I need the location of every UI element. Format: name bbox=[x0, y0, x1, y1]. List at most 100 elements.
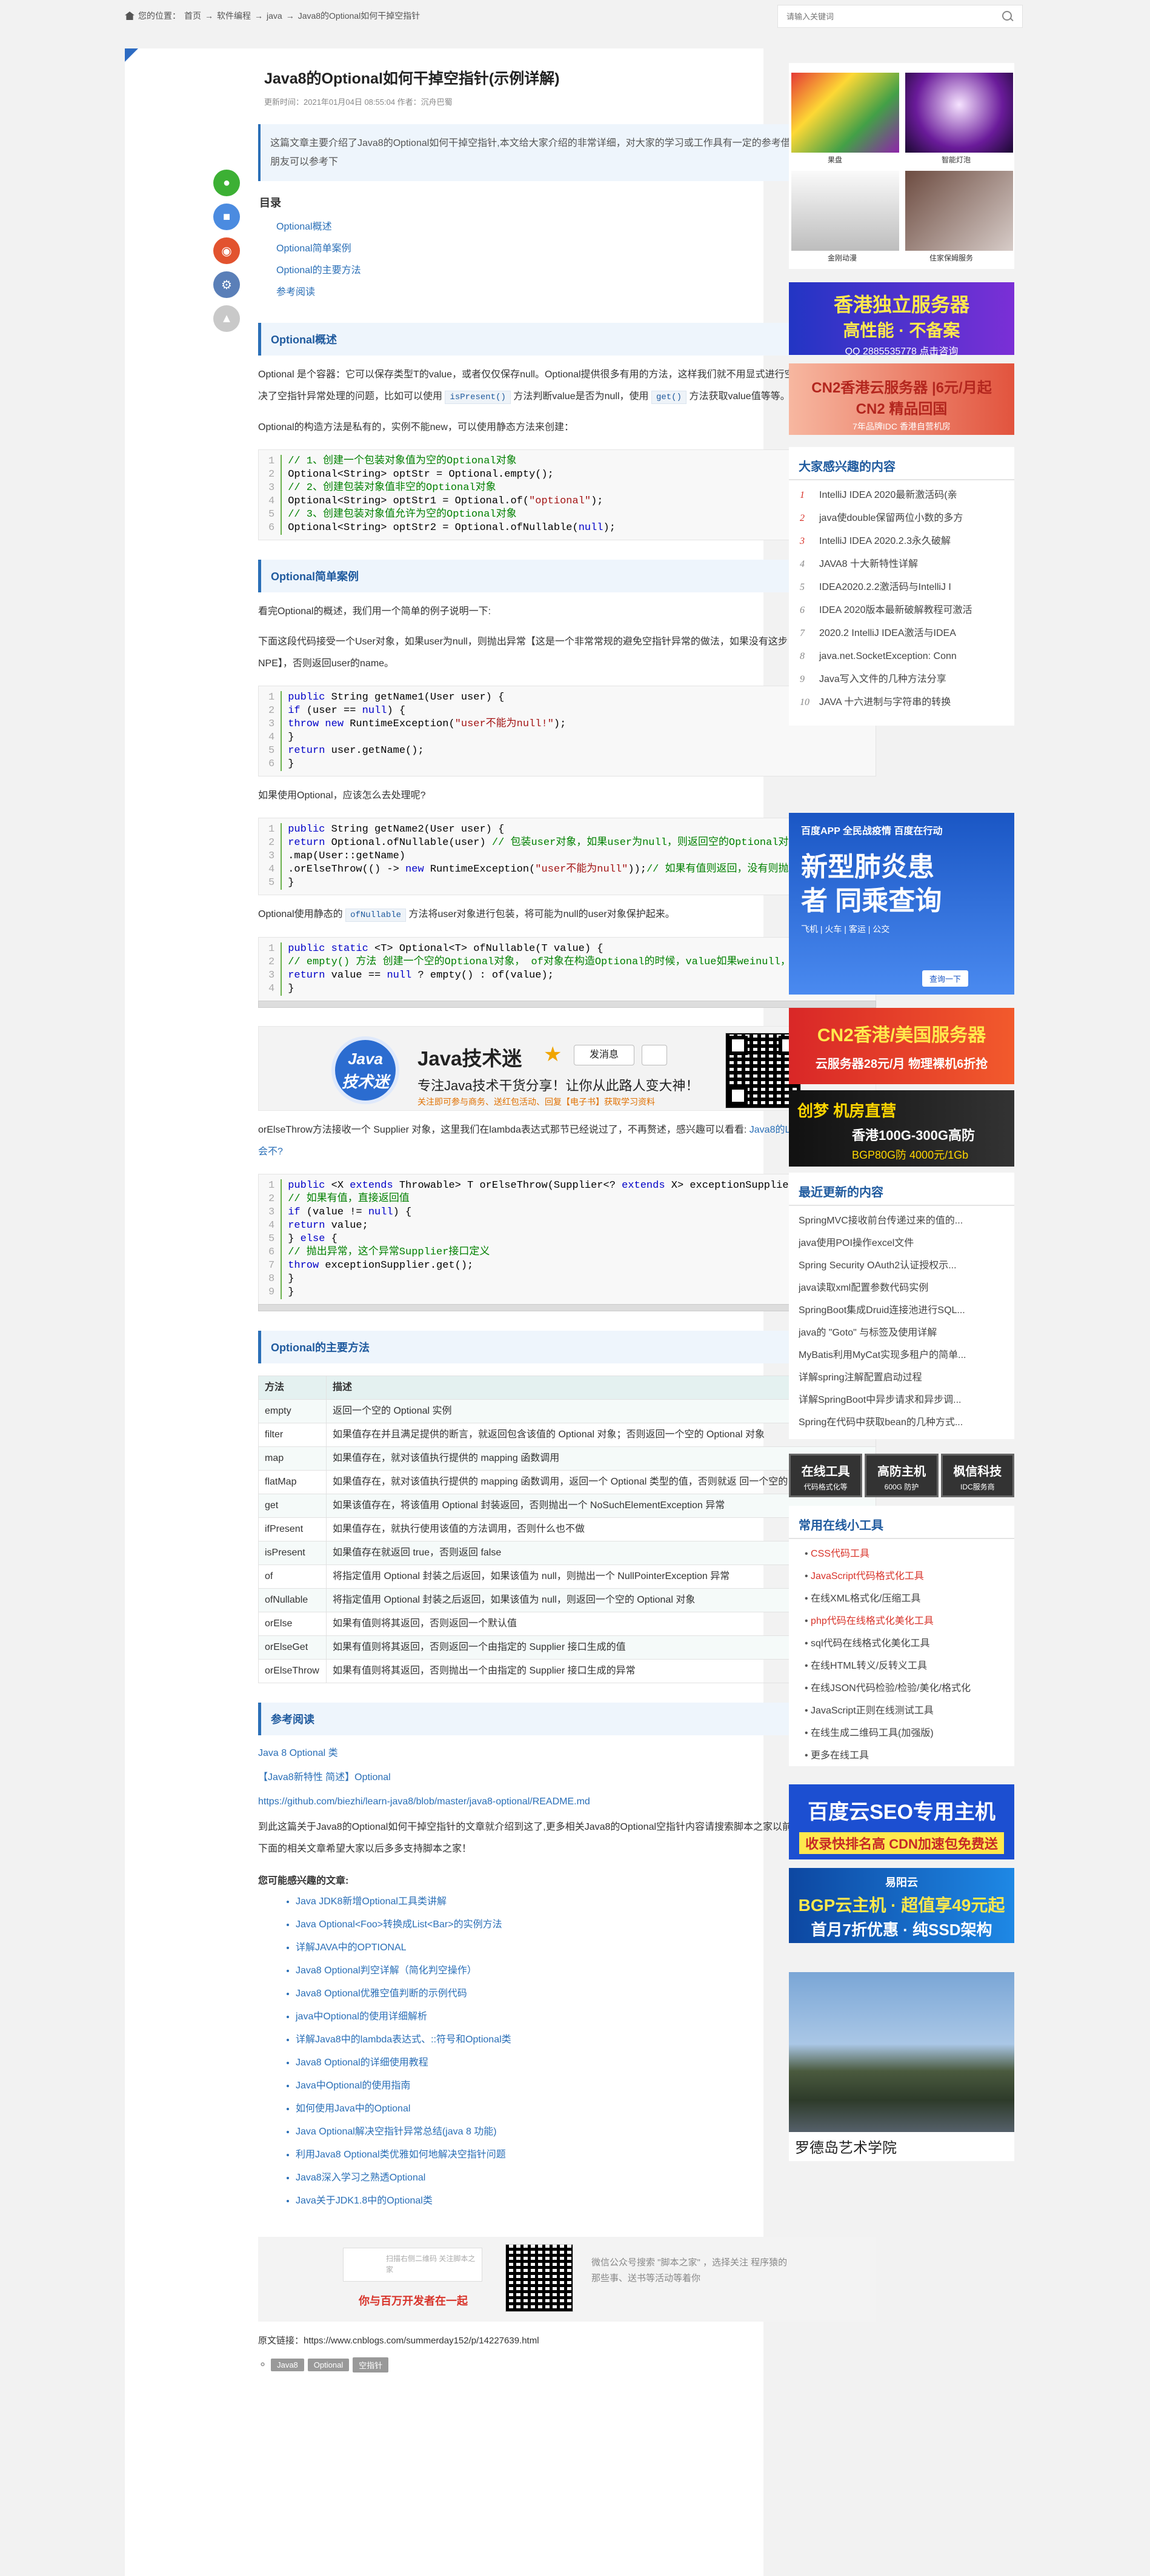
tool-link[interactable]: 在线JSON代码检验/检验/美化/格式化 bbox=[805, 1677, 999, 1700]
related-link[interactable]: Java JDK8新增Optional工具类讲解 bbox=[296, 1896, 447, 1907]
hk-server-ad[interactable]: 香港独立服务器 高性能 · 不备案 QQ 2885535778 点击咨询 bbox=[789, 282, 1014, 357]
related-link[interactable]: 详解Java8中的lambda表达式、::符号和Optional类 bbox=[296, 2035, 511, 2045]
recent-item[interactable]: java的 "Goto" 与标签及使用详解 bbox=[799, 1322, 1005, 1344]
tool-icon[interactable]: ⚙ bbox=[213, 271, 240, 298]
photo-card[interactable]: 罗德岛艺术学院 bbox=[789, 1972, 1014, 2161]
table-row: ifPresent 如果值存在，就执行使用该值的方法调用，否则什么也不做 bbox=[258, 1517, 876, 1541]
chuangmeng-ad[interactable]: 创梦 机房直营 香港100G-300G高防 BGP80G防 4000元/1Gb bbox=[789, 1090, 1014, 1167]
ad-image[interactable]: 智能灯泡 bbox=[905, 73, 1013, 164]
recent-item[interactable]: 详解spring注解配置启动过程 bbox=[799, 1366, 1005, 1389]
tool-link[interactable]: 在线HTML转义/反转义工具 bbox=[805, 1655, 999, 1677]
related-link[interactable]: Java中Optional的使用指南 bbox=[296, 2081, 410, 2091]
hot-item[interactable]: 7 2020.2 IntelliJ IDEA激活与IDEA bbox=[800, 622, 1003, 645]
tool-ad[interactable]: 枫信科技 IDC服务商 bbox=[940, 1454, 1014, 1497]
breadcrumb-category-link[interactable]: 软件编程 bbox=[217, 10, 251, 22]
tags: ⚬ Java8 Optional 空指针 bbox=[258, 2357, 876, 2372]
toc-link[interactable]: 参考阅读 bbox=[276, 287, 315, 297]
search-input[interactable] bbox=[786, 12, 1002, 21]
method-name: map bbox=[258, 1446, 327, 1471]
related-link[interactable]: Java Optional<Foo>转换成List<Bar>的实例方法 bbox=[296, 1919, 502, 1930]
recent-item[interactable]: 详解SpringBoot中异步请求和异步调... bbox=[799, 1389, 1005, 1411]
image-ads: 果盘 智能灯泡 金刚动漫 住家保姆服务 bbox=[789, 63, 1014, 269]
original-link[interactable]: 原文链接：https://www.cnblogs.com/summerday15… bbox=[258, 2334, 876, 2346]
hot-item[interactable]: 4 JAVA8 十大新特性详解 bbox=[800, 553, 1003, 576]
section-heading: Optional概述 bbox=[258, 323, 876, 356]
baidu-ad[interactable]: 百度APP 全民战疫情 百度在行动 新型肺炎患者 同乘查询 飞机 | 火车 | … bbox=[789, 813, 1014, 995]
tag[interactable]: Optional bbox=[307, 2359, 350, 2371]
tag[interactable]: 空指针 bbox=[353, 2357, 389, 2372]
tool-ad[interactable]: 高防主机 600G 防护 bbox=[865, 1454, 939, 1497]
toc-link[interactable]: Optional概述 bbox=[276, 222, 332, 232]
reference-link[interactable]: Java 8 Optional 类 bbox=[258, 1748, 338, 1758]
hot-item[interactable]: 2 java使double保留两位小数的多方 bbox=[800, 507, 1003, 530]
table-header: 方法 bbox=[258, 1376, 327, 1400]
hot-item[interactable]: 8 java.net.SocketException: Conn bbox=[800, 645, 1003, 668]
tag[interactable]: Java8 bbox=[271, 2359, 304, 2371]
ad-image[interactable]: 果盘 bbox=[791, 73, 899, 164]
related-link[interactable]: 详解JAVA中的OPTIONAL bbox=[296, 1942, 407, 1953]
hot-item[interactable]: 6 IDEA 2020版本最新破解教程可激活 bbox=[800, 599, 1003, 622]
recent-item[interactable]: MyBatis利用MyCat实现多租户的简单... bbox=[799, 1344, 1005, 1366]
cn2-us-ad[interactable]: CN2香港/美国服务器 云服务器28元/月 物理裸机6折抢 bbox=[789, 1008, 1014, 1084]
ad-note: 7年品牌IDC 香港自营机房 bbox=[853, 422, 951, 431]
weibo-icon[interactable]: ◉ bbox=[213, 237, 240, 264]
tool-link[interactable]: CSS代码工具 bbox=[805, 1543, 999, 1565]
breadcrumb-sep: → bbox=[205, 11, 213, 21]
follow-box: 扫描右侧二维码 关注脚本之家 你与百万开发者在一起 微信公众号搜索 "脚本之家"… bbox=[258, 2237, 876, 2322]
tool-link[interactable]: php代码在线格式化美化工具 bbox=[805, 1610, 999, 1632]
hot-item[interactable]: 10 JAVA 十六进制与字符串的转换 bbox=[800, 691, 1003, 714]
search-icon[interactable] bbox=[1002, 10, 1014, 22]
inline-code: get() bbox=[651, 391, 686, 404]
breadcrumb-home-link[interactable]: 首页 bbox=[184, 10, 201, 22]
tool-link[interactable]: sql代码在线格式化美化工具 bbox=[805, 1632, 999, 1655]
baiduyun-seo-ad[interactable]: 百度云SEO专用主机 收录快排名高 CDN加速包免费送 bbox=[789, 1784, 1014, 1859]
reference-link[interactable]: https://github.com/biezhi/learn-java8/bl… bbox=[258, 1796, 590, 1807]
wechat-banner[interactable]: Java 技术迷 Java技术迷 ★ 发消息 专注Java技术干货分享！让你从此路… bbox=[258, 1026, 876, 1111]
tool-ad[interactable]: 在线工具 代码格式化等 bbox=[789, 1454, 863, 1497]
related-link[interactable]: java中Optional的使用详细解析 bbox=[296, 2011, 427, 2022]
related-link[interactable]: 利用Java8 Optional类优雅如何地解决空指针问题 bbox=[296, 2150, 506, 2160]
send-message-button[interactable]: 发消息 bbox=[574, 1045, 634, 1065]
ad-image[interactable]: 金刚动漫 bbox=[791, 171, 899, 262]
tool-link[interactable]: JavaScript代码格式化工具 bbox=[805, 1565, 999, 1588]
tool-link[interactable]: 更多在线工具 bbox=[805, 1744, 999, 1767]
qq-icon[interactable]: ■ bbox=[213, 204, 240, 230]
tool-link[interactable]: JavaScript正则在线测试工具 bbox=[805, 1700, 999, 1722]
related-link[interactable]: Java8 Optional判空详解（简化判空操作） bbox=[296, 1965, 477, 1976]
code-scrollbar[interactable] bbox=[258, 1001, 876, 1008]
toc-link[interactable]: Optional简单案例 bbox=[276, 243, 351, 254]
toc-title: 目录 bbox=[259, 197, 281, 209]
hot-item[interactable]: 5 IDEA2020.2.2激活码与IntelliJ I bbox=[800, 576, 1003, 599]
related-link[interactable]: Java Optional解决空指针异常总结(java 8 功能) bbox=[296, 2127, 497, 2137]
code-scrollbar[interactable] bbox=[258, 1304, 876, 1311]
tool-link[interactable]: 在线生成二维码工具(加强版) bbox=[805, 1722, 999, 1744]
recent-item[interactable]: SpringBoot集成Druid连接池进行SQL... bbox=[799, 1299, 1005, 1322]
profile-button[interactable] bbox=[642, 1045, 667, 1065]
reference-link[interactable]: 【Java8新特性 简述】Optional bbox=[258, 1772, 391, 1783]
wechat-icon[interactable]: ● bbox=[213, 170, 240, 196]
related-link[interactable]: 如何使用Java中的Optional bbox=[296, 2104, 410, 2114]
related-link[interactable]: Java8深入学习之熟透Optional bbox=[296, 2173, 425, 2183]
related-link[interactable]: Java关于JDK1.8中的Optional类 bbox=[296, 2196, 433, 2206]
recent-item[interactable]: Spring Security OAuth2认证授权示... bbox=[799, 1254, 1005, 1277]
recent-item[interactable]: Spring在代码中获取bean的几种方式... bbox=[799, 1411, 1005, 1434]
recent-item[interactable]: java读取xml配置参数代码实例 bbox=[799, 1277, 1005, 1299]
related-link[interactable]: Java8 Optional优雅空值判断的示例代码 bbox=[296, 1988, 467, 1999]
toc-link[interactable]: Optional的主要方法 bbox=[276, 265, 361, 276]
recent-item[interactable]: SpringMVC接收前台传递过来的值的... bbox=[799, 1210, 1005, 1232]
hot-item[interactable]: 3 IntelliJ IDEA 2020.2.3永久破解 bbox=[800, 530, 1003, 553]
cn2-server-ad[interactable]: CN2香港云服务器 |6元/月起 CN2 精品回国 7年品牌IDC 香港自营机房 bbox=[789, 363, 1014, 435]
hot-item[interactable]: 9 Java写入文件的几种方法分享 bbox=[800, 668, 1003, 691]
back-to-top-icon[interactable]: ▲ bbox=[213, 305, 240, 332]
follow-slogan: 你与百万开发者在一起 bbox=[359, 2295, 468, 2307]
related-link[interactable]: Java8 Optional的详细使用教程 bbox=[296, 2058, 428, 2068]
table-row: map 如果值存在，就对该值执行提供的 mapping 函数调用 bbox=[258, 1446, 876, 1471]
ad-image[interactable]: 住家保姆服务 bbox=[905, 171, 1013, 262]
recent-item[interactable]: java使用POI操作excel文件 bbox=[799, 1232, 1005, 1254]
method-name: of bbox=[258, 1564, 327, 1589]
yiyangyun-ad[interactable]: 易阳云 BGP云主机 · 超值享49元起 首月7折优惠 · 纯SSD架构 bbox=[789, 1868, 1014, 1943]
breadcrumb-java-link[interactable]: java bbox=[267, 11, 282, 21]
tool-link[interactable]: 在线XML格式化/压缩工具 bbox=[805, 1588, 999, 1610]
hot-item[interactable]: 1 IntelliJ IDEA 2020最新激活码(亲 bbox=[800, 484, 1003, 507]
ad-button[interactable]: 查询一下 bbox=[922, 970, 969, 987]
